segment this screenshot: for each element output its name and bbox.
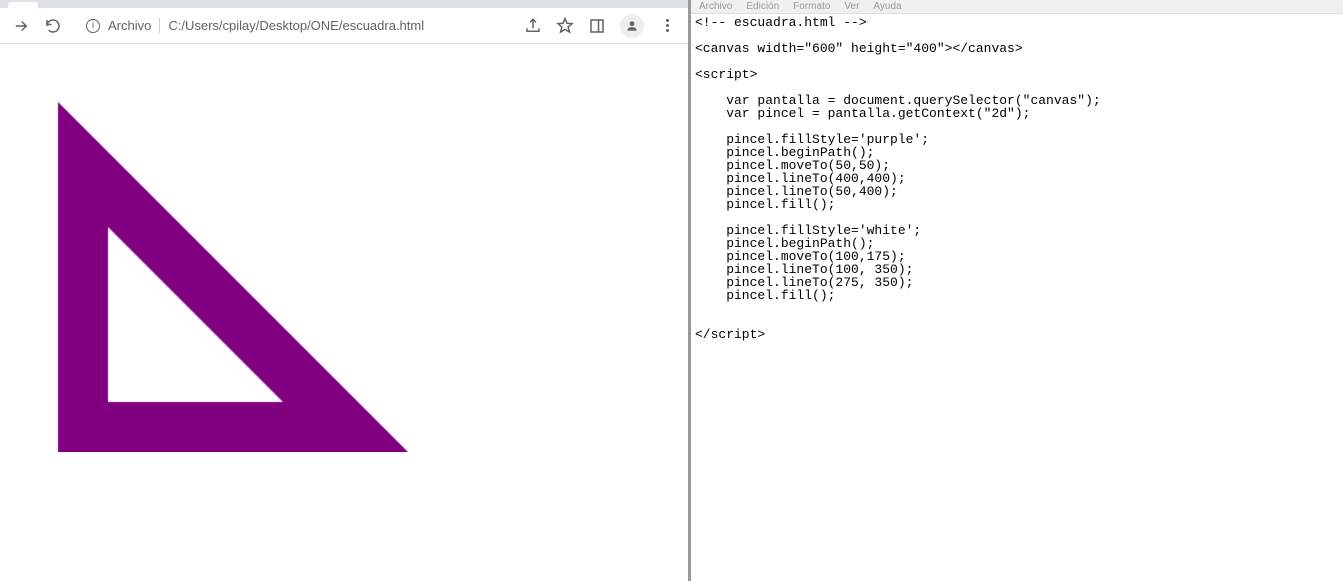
address-bar[interactable]: i Archivo C:/Users/cpilay/Desktop/ONE/es… [76,12,510,40]
editor-pane: Archivo Edición Formato Ver Ayuda <!-- e… [688,0,1343,581]
menu-archivo[interactable]: Archivo [699,1,732,12]
editor-content[interactable]: <!-- escuadra.html --> <canvas width="60… [691,14,1343,581]
menu-ayuda[interactable]: Ayuda [873,1,901,12]
panel-icon[interactable] [588,17,606,35]
url-text: C:/Users/cpilay/Desktop/ONE/escuadra.htm… [168,18,500,33]
tab-bar [0,0,688,8]
share-icon[interactable] [524,17,542,35]
menu-formato[interactable]: Formato [793,1,830,12]
editor-menubar: Archivo Edición Formato Ver Ayuda [691,0,1343,14]
menu-ver[interactable]: Ver [844,1,859,12]
escuadra-canvas [8,52,608,452]
browser-toolbar: i Archivo C:/Users/cpilay/Desktop/ONE/es… [0,8,688,44]
menu-edicion[interactable]: Edición [746,1,779,12]
page-content [0,44,688,465]
archivo-label: Archivo [108,18,160,33]
forward-icon[interactable] [12,17,30,35]
menu-icon[interactable] [658,17,676,35]
avatar-icon[interactable] [620,14,644,38]
browser-pane: i Archivo C:/Users/cpilay/Desktop/ONE/es… [0,0,688,581]
star-icon[interactable] [556,17,574,35]
browser-tab[interactable] [8,2,38,8]
info-icon[interactable]: i [86,19,100,33]
reload-icon[interactable] [44,17,62,35]
